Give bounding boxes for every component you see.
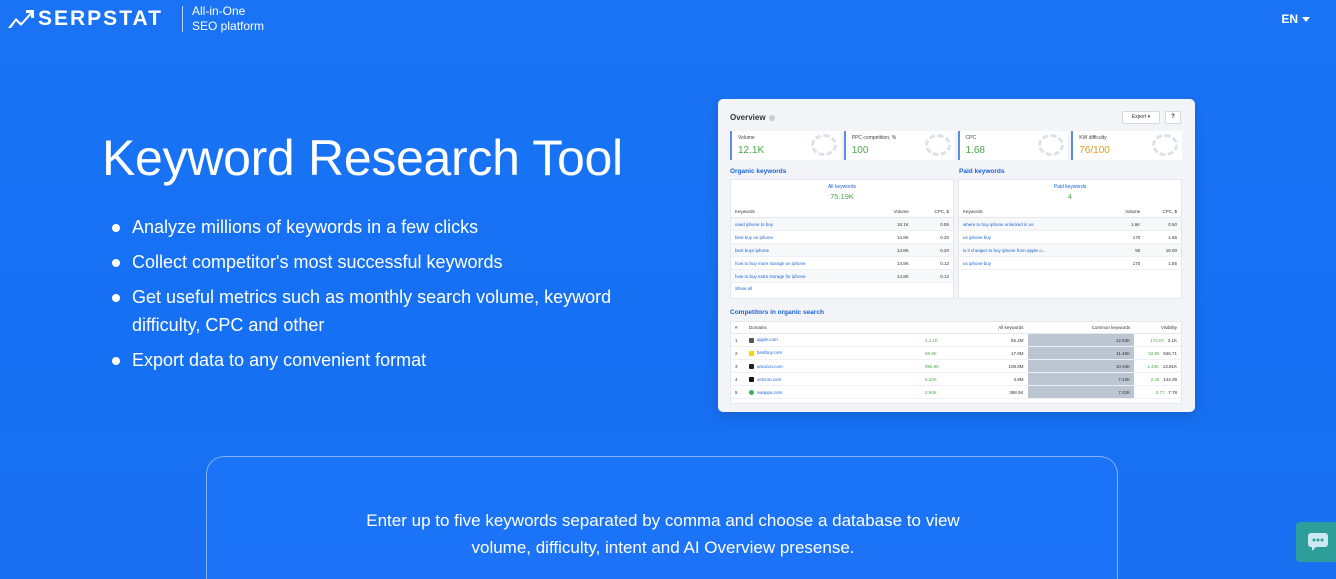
table-row: used iphone to buy 18.1K 0.55: [731, 217, 953, 231]
metric-kd: KW difficulty 76/100: [1071, 131, 1182, 160]
page-title: Keyword Research Tool: [102, 130, 623, 186]
keyword-search-card: Enter up to five keywords separated by c…: [206, 456, 1118, 579]
amazon-icon: [749, 363, 754, 369]
logo-chart-icon: [8, 10, 34, 28]
table-row: where to buy iphone unlocked in us 1.6K 0.…: [959, 217, 1181, 231]
tagline-line-2: SEO platform: [192, 19, 265, 33]
table-row: us iphone buy 170 1.65: [959, 230, 1181, 244]
apple-icon: [749, 337, 754, 343]
table-row: 4 verizon.com 6.22K 4.9M 7.42K 2.46 144.3…: [731, 372, 1181, 387]
feature-list: Analyze millions of keywords in a few cl…: [112, 213, 632, 381]
table-row: 3 amazon.com 395.9K 108.8M 10.94K 1.43K 1…: [731, 359, 1181, 374]
table-row: best buys iphone 14.8K 0.20: [731, 243, 953, 257]
tagline-line-1: All-in-One: [192, 4, 246, 18]
metric-cpc: CPC 1.68: [957, 131, 1069, 160]
chevron-down-icon: [1302, 16, 1310, 22]
competitors-title: Competitors in organic search: [730, 309, 824, 316]
chat-icon: [1308, 533, 1328, 551]
chart-deco-icon: [924, 134, 951, 156]
chat-widget-button[interactable]: [1296, 522, 1336, 562]
search-instructions: Enter up to five keywords separated by c…: [207, 507, 1119, 561]
product-preview: Overview Export ▾ ? Volume 12.1K PPC com…: [718, 99, 1195, 412]
logo-text: SERPSTAT: [38, 7, 163, 30]
paid-count: 4: [1067, 192, 1073, 201]
table-row: how to buy more storage on iphone 14.8K 0.…: [731, 256, 953, 270]
table-row: 2 bestbuy.com 56.9K 17.9M 11.46K 92.95 94…: [731, 346, 1181, 361]
competitors-table: # Domains All keywords Common keywords V…: [731, 322, 1181, 400]
feature-item: Analyze millions of keywords in a few cl…: [112, 213, 632, 241]
organic-head: All keywords: [827, 184, 857, 190]
serpstat-logo[interactable]: SERPSTAT: [6, 8, 163, 30]
language-selector[interactable]: EN: [1281, 12, 1310, 26]
show-all-link: Show all: [735, 286, 753, 291]
organic-panel: All keywords 75.19K Keywords Volume CPC, $…: [730, 179, 954, 299]
paid-title: Paid keywords: [959, 168, 1005, 175]
verizon-icon: [749, 376, 754, 382]
table-row: us iphone buy 170 1.65: [959, 256, 1181, 270]
paid-head: Paid keywords: [1053, 184, 1087, 190]
paid-table: Keywords Volume CPC, $ where to buy iphone…: [959, 206, 1181, 270]
export-button: Export ▾: [1122, 111, 1160, 124]
instructions-line-1: Enter up to five keywords separated by c…: [366, 511, 960, 530]
organic-title: Organic keywords: [730, 168, 787, 175]
logo-divider: [182, 6, 183, 32]
overview-title: Overview: [730, 113, 775, 122]
help-icon: ?: [1165, 111, 1181, 124]
table-row: 1 apple.com 2.1.1K 55.2M 12.53K 170.07 3.…: [731, 333, 1181, 348]
header: SERPSTAT All-in-One SEO platform EN: [0, 0, 1336, 40]
organic-count: 75.19K: [830, 192, 854, 201]
table-row: how to buy extra storage for iphone 14.8K…: [731, 269, 953, 283]
paid-panel: Paid keywords 4 Keywords Volume CPC, $ whe…: [958, 179, 1182, 299]
logo-tagline: All-in-One SEO platform: [192, 4, 264, 34]
chart-deco-icon: [1152, 134, 1178, 156]
feature-item: Collect competitor's most successful key…: [112, 248, 632, 276]
table-row: is it cheaper to buy iphone from apple o…: [959, 243, 1181, 257]
chart-deco-icon: [810, 134, 837, 156]
feature-item: Export data to any convenient format: [112, 346, 632, 374]
metric-volume: Volume 12.1K: [730, 131, 841, 160]
swappa-icon: [749, 390, 754, 396]
bestbuy-icon: [749, 350, 754, 356]
competitors-panel: # Domains All keywords Common keywords V…: [730, 321, 1182, 404]
organic-table: Keywords Volume CPC, $ used iphone to buy 1…: [731, 206, 953, 283]
feature-item: Get useful metrics such as monthly searc…: [112, 283, 632, 339]
metrics-row: Volume 12.1K PPC competition, % 100 CPC …: [730, 131, 1182, 160]
instructions-line-2: volume, difficulty, intent and AI Overvi…: [471, 538, 855, 557]
info-icon: [768, 114, 775, 121]
language-label: EN: [1281, 12, 1298, 26]
metric-ppc: PPC competition, % 100: [843, 131, 955, 160]
table-row: 5 swappa.com 2.94K 368.5K 7.42K 0.77 7.78: [731, 385, 1181, 400]
table-row: best buy on iphone 14.8K 0.20: [731, 230, 953, 244]
